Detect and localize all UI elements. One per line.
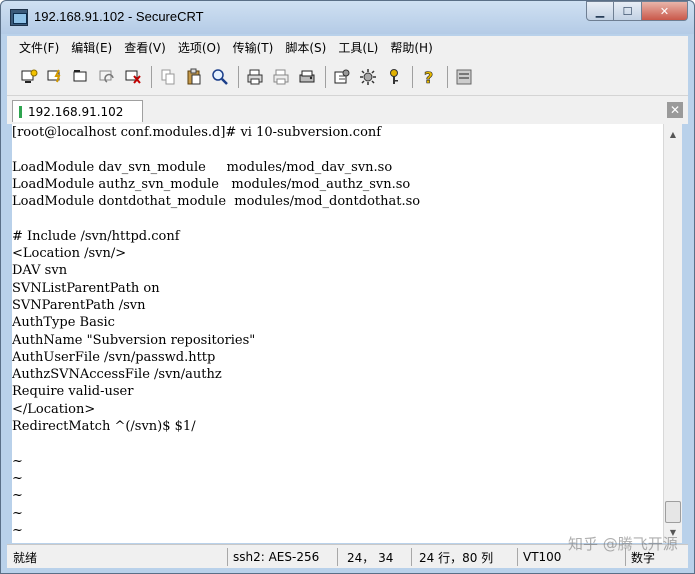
terminal-output[interactable]: [root@localhost conf.modules.d]# vi 10-s… <box>12 124 663 543</box>
status-protocol: ssh2: AES-256 <box>233 550 320 564</box>
session-tab-bar: 192.168.91.102 ✕ <box>7 96 688 124</box>
status-ready: 就绪 <box>13 550 38 565</box>
status-divider <box>227 548 228 566</box>
vertical-scrollbar[interactable]: ▲ ▼ <box>663 124 682 543</box>
toolbar-separator <box>151 65 152 88</box>
help-icon[interactable]: ? <box>419 67 439 87</box>
terminal-line: AuthType Basic <box>12 315 115 331</box>
session-tab-label: 192.168.91.102 <box>28 104 124 119</box>
menu-edit[interactable]: 编辑(E) <box>71 39 112 56</box>
connect-tab-icon[interactable] <box>71 67 91 87</box>
svg-text:?: ? <box>424 68 433 86</box>
keymap-icon[interactable] <box>384 67 404 87</box>
terminal-line: </Location> <box>12 401 96 417</box>
sftp-icon[interactable] <box>454 67 474 87</box>
terminal-line: AuthName "Subversion repositories" <box>12 332 256 348</box>
terminal-line: AuthUserFile /svn/passwd.http <box>12 349 216 365</box>
print-selection-icon[interactable] <box>271 67 291 87</box>
terminal-line: LoadModule dav_svn_module modules/mod_da… <box>12 159 393 175</box>
connect-icon[interactable] <box>19 67 39 87</box>
printer-setup-icon[interactable] <box>297 67 317 87</box>
print-icon[interactable] <box>245 67 265 87</box>
paste-icon[interactable] <box>184 67 204 87</box>
tab-close-icon[interactable]: ✕ <box>667 102 683 118</box>
toolbar-separator <box>238 65 239 88</box>
title-bar[interactable]: 192.168.91.102 - SecureCRT ▁ ☐ ✕ <box>1 1 694 34</box>
securecrt-app-icon[interactable] <box>10 9 28 26</box>
global-options-icon[interactable] <box>358 67 378 87</box>
terminal-line: ~ <box>12 522 23 538</box>
status-terminal-type: VT100 <box>523 550 562 564</box>
toolbar: ? <box>7 58 688 96</box>
menu-options[interactable]: 选项(O) <box>178 39 221 56</box>
terminal-line: <Location /svn/> <box>12 246 127 262</box>
terminal-line: SVNParentPath /svn <box>12 297 146 313</box>
session-options-icon[interactable] <box>332 67 352 87</box>
window-controls: ▁ ☐ ✕ <box>586 1 688 21</box>
window-title: 192.168.91.102 - SecureCRT <box>34 9 204 24</box>
status-cursor-position: 24， 34 <box>347 550 394 565</box>
minimize-button[interactable]: ▁ <box>586 1 614 21</box>
toolbar-separator <box>412 65 413 88</box>
quick-connect-icon[interactable] <box>45 67 65 87</box>
terminal-line: RedirectMatch ^(/svn)$ $1/ <box>12 419 196 435</box>
terminal-line: SVNListParentPath on <box>12 280 160 296</box>
status-divider <box>517 548 518 566</box>
session-tab[interactable]: 192.168.91.102 <box>12 100 143 122</box>
connection-status-indicator <box>19 105 22 118</box>
menu-bar: 文件(F) 编辑(E) 查看(V) 选项(O) 传输(T) 脚本(S) 工具(L… <box>7 36 688 58</box>
maximize-button[interactable]: ☐ <box>614 1 642 21</box>
toolbar-separator <box>447 65 448 88</box>
terminal-line: Require valid-user <box>12 384 134 400</box>
terminal-line: LoadModule dontdothat_module modules/mod… <box>12 194 421 210</box>
terminal-line: [root@localhost conf.modules.d]# vi 10-s… <box>12 125 382 140</box>
scrollbar-thumb[interactable] <box>665 501 681 523</box>
scroll-up-arrow-icon[interactable]: ▲ <box>664 126 682 143</box>
terminal-line: LoadModule authz_svn_module modules/mod_… <box>12 176 411 192</box>
terminal-line: ~ <box>12 470 23 486</box>
terminal-line: ~ <box>12 505 23 521</box>
terminal-line: DAV svn <box>12 263 68 279</box>
status-divider <box>411 548 412 566</box>
securecrt-window: 192.168.91.102 - SecureCRT ▁ ☐ ✕ 文件(F) 编… <box>0 0 695 574</box>
find-icon[interactable] <box>210 67 230 87</box>
menu-view[interactable]: 查看(V) <box>124 39 166 56</box>
copy-icon[interactable] <box>158 67 178 87</box>
toolbar-separator <box>325 65 326 88</box>
terminal-line: ~ <box>12 453 23 469</box>
menu-tools[interactable]: 工具(L) <box>338 39 378 56</box>
terminal-line: ~ <box>12 488 23 504</box>
disconnect-icon[interactable] <box>123 67 143 87</box>
menu-help[interactable]: 帮助(H) <box>390 39 432 56</box>
reconnect-icon[interactable] <box>97 67 117 87</box>
status-divider <box>337 548 338 566</box>
menu-script[interactable]: 脚本(S) <box>285 39 326 56</box>
watermark: 知乎 @腾飞开源 <box>568 535 678 553</box>
close-button[interactable]: ✕ <box>642 1 688 21</box>
menu-file[interactable]: 文件(F) <box>19 39 59 56</box>
menu-transfer[interactable]: 传输(T) <box>233 39 274 56</box>
terminal-line: AuthzSVNAccessFile /svn/authz <box>12 367 222 383</box>
terminal-line: # Include /svn/httpd.conf <box>12 228 180 244</box>
status-terminal-size: 24 行，80 列 <box>419 550 494 565</box>
